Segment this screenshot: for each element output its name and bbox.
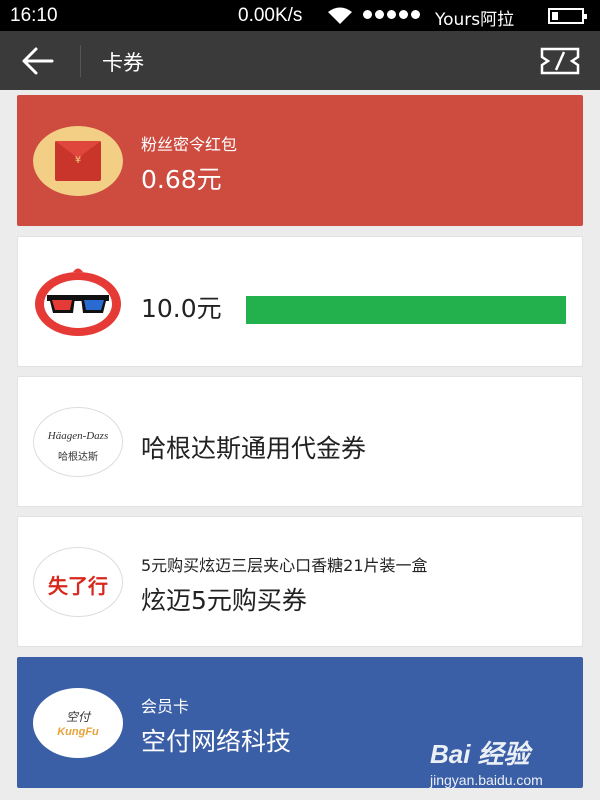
svg-text:¥: ¥ (75, 155, 81, 166)
wifi-icon (328, 7, 352, 24)
status-bar: 16:10 0.00K/s Yours阿拉 (0, 0, 600, 31)
card-3d-coupon[interactable]: 10.0元 (17, 236, 583, 367)
app-header: 卡券 (0, 31, 600, 90)
watermark-brand: Bai 经验 (430, 739, 530, 769)
card-title: 10.0元 (141, 294, 222, 323)
scan-icon[interactable] (538, 45, 582, 77)
card-red-packet[interactable]: ¥ 粉丝密令红包 0.68元 (17, 95, 583, 226)
card-stride-gum[interactable]: 失了行 5元购买炫迈三层夹心口香糖21片装一盒 炫迈5元购买券 (17, 516, 583, 647)
network-speed: 0.00K/s (238, 5, 303, 26)
signal-icon (363, 10, 420, 19)
redaction-bar (246, 296, 566, 324)
card-title: 0.68元 (141, 165, 222, 194)
red-envelope-icon: ¥ (33, 126, 123, 196)
card-subtitle: 会员卡 (141, 697, 190, 716)
card-title: 炫迈5元购买券 (141, 586, 307, 615)
kungfu-logo: 空付 KungFu (33, 688, 123, 758)
status-time: 16:10 (10, 5, 58, 26)
watermark-site: jingyan.baidu.com (430, 772, 543, 788)
3d-glasses-logo (35, 268, 121, 336)
card-haagen-dazs[interactable]: Häagen-Dazs 哈根达斯 哈根达斯通用代金券 (17, 376, 583, 507)
card-subtitle: 5元购买炫迈三层夹心口香糖21片装一盒 (141, 556, 428, 575)
card-title: 空付网络科技 (141, 727, 292, 756)
haagen-dazs-logo: Häagen-Dazs 哈根达斯 (33, 407, 123, 477)
battery-icon (548, 8, 587, 24)
header-divider (80, 45, 81, 77)
page-title: 卡券 (102, 51, 144, 75)
card-title: 哈根达斯通用代金券 (141, 434, 367, 463)
card-subtitle: 粉丝密令红包 (141, 135, 238, 154)
carrier-name: Yours阿拉 (435, 10, 515, 30)
stride-gum-logo: 失了行 (33, 547, 123, 617)
baidu-watermark: Bai 经验 jingyan.baidu.com (430, 734, 580, 792)
back-arrow-icon[interactable] (18, 43, 58, 79)
